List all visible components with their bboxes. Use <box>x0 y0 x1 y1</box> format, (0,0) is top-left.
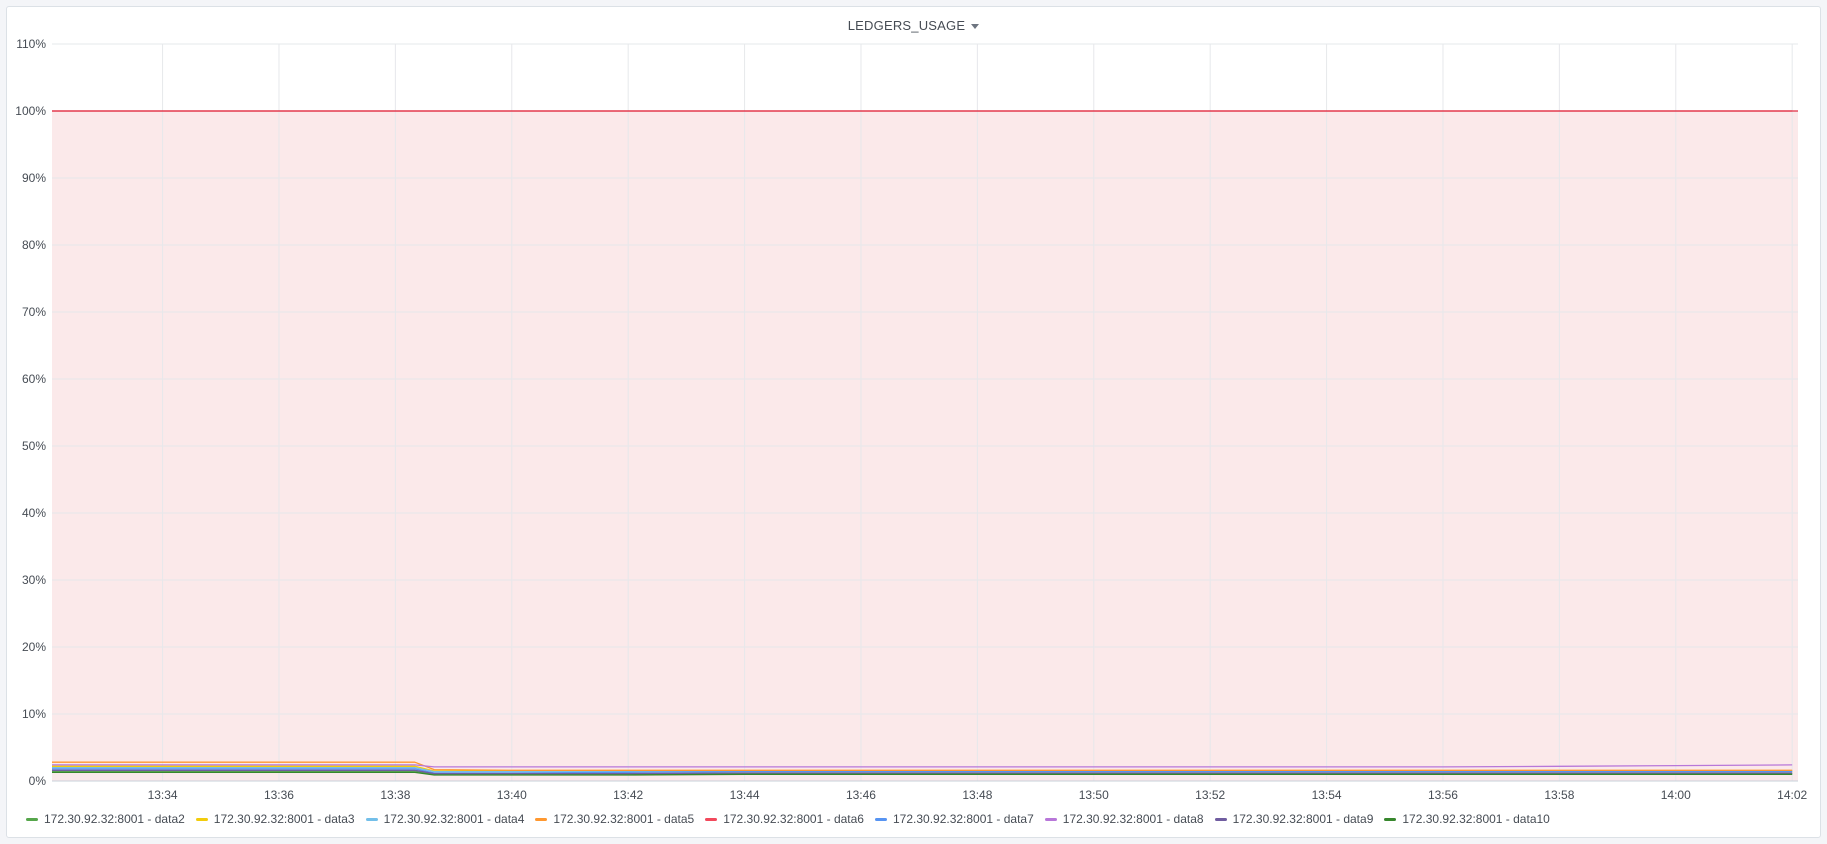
legend-item-data9[interactable]: 172.30.92.32:8001 - data9 <box>1214 812 1374 826</box>
legend-swatch <box>26 817 38 821</box>
x-tick-label: 13:40 <box>497 788 527 802</box>
chart-legend: 172.30.92.32:8001 - data2 172.30.92.32:8… <box>26 812 1550 826</box>
legend-label: 172.30.92.32:8001 - data8 <box>1062 812 1204 826</box>
legend-swatch <box>705 817 718 821</box>
y-tick-label: 40% <box>22 506 46 520</box>
y-tick-label: 10% <box>22 707 46 721</box>
legend-label: 172.30.92.32:8001 - data2 <box>44 812 185 826</box>
chart-canvas: 0% 10% 20% 30% 40% 50% 60% 70% 80% 90% 100% 110% 13:… <box>15 37 1807 802</box>
y-tick-label: 30% <box>22 573 46 587</box>
legend-label: 172.30.92.32:8001 - data7 <box>892 812 1034 826</box>
legend-item-data2[interactable]: 172.30.92.32:8001 - data2 <box>26 812 185 826</box>
legend-item-data4[interactable]: 172.30.92.32:8001 - data4 <box>365 812 525 826</box>
legend-label: 172.30.92.32:8001 - data4 <box>383 812 525 826</box>
x-tick-label: 13:44 <box>730 788 760 802</box>
legend-label: 172.30.92.32:8001 - data10 <box>1402 812 1550 826</box>
x-tick-label: 13:42 <box>613 788 643 802</box>
y-tick-label: 50% <box>22 439 46 453</box>
x-tick-label: 13:50 <box>1079 788 1109 802</box>
x-tick-label: 13:58 <box>1544 788 1574 802</box>
x-tick-label: 14:00 <box>1661 788 1691 802</box>
legend-item-data8[interactable]: 172.30.92.32:8001 - data8 <box>1044 812 1204 826</box>
legend-item-data5[interactable]: 172.30.92.32:8001 - data5 <box>535 812 694 826</box>
x-tick-label: 14:02 <box>1777 788 1807 802</box>
y-tick-label: 60% <box>22 372 46 386</box>
y-tick-label: 90% <box>22 171 46 185</box>
legend-swatch <box>365 817 378 821</box>
legend-swatch <box>1044 817 1057 821</box>
legend-label: 172.30.92.32:8001 - data6 <box>723 812 864 826</box>
legend-item-data3[interactable]: 172.30.92.32:8001 - data3 <box>195 812 355 826</box>
legend-item-data10[interactable]: 172.30.92.32:8001 - data10 <box>1384 812 1550 826</box>
x-tick-label: 13:46 <box>846 788 876 802</box>
y-tick-label: 100% <box>15 104 46 118</box>
legend-label: 172.30.92.32:8001 - data5 <box>553 812 695 826</box>
legend-label: 172.30.92.32:8001 - data9 <box>1232 812 1374 826</box>
x-tick-label: 13:56 <box>1428 788 1458 802</box>
x-tick-label: 13:48 <box>962 788 992 802</box>
y-tick-label: 70% <box>22 305 46 319</box>
legend-swatch <box>1214 817 1227 821</box>
legend-item-data7[interactable]: 172.30.92.32:8001 - data7 <box>874 812 1034 826</box>
y-tick-label: 0% <box>29 774 47 788</box>
y-tick-label: 20% <box>22 640 46 654</box>
x-tick-label: 13:54 <box>1312 788 1342 802</box>
legend-label: 172.30.92.32:8001 - data3 <box>213 812 355 826</box>
x-tick-label: 13:34 <box>148 788 178 802</box>
x-tick-label: 13:52 <box>1195 788 1225 802</box>
x-tick-label: 13:38 <box>380 788 410 802</box>
legend-swatch <box>535 817 548 821</box>
legend-swatch <box>195 817 208 821</box>
y-tick-label: 110% <box>16 37 46 51</box>
legend-item-data6[interactable]: 172.30.92.32:8001 - data6 <box>705 812 864 826</box>
x-tick-label: 13:36 <box>264 788 294 802</box>
legend-swatch <box>1384 817 1397 821</box>
legend-swatch <box>874 817 887 821</box>
y-tick-label: 80% <box>22 238 46 252</box>
